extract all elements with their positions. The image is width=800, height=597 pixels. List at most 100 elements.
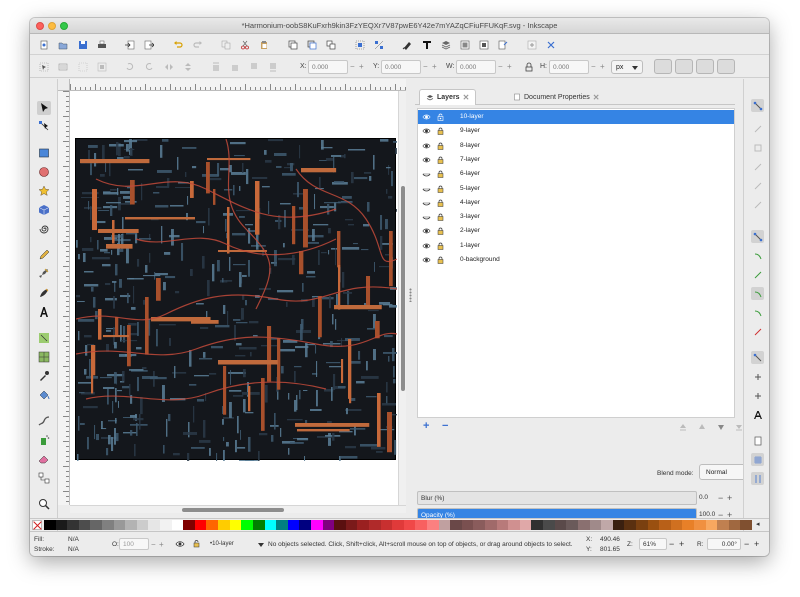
color-swatch[interactable] <box>206 520 219 530</box>
current-layer-select[interactable]: •10-layer <box>208 538 268 551</box>
color-swatch[interactable] <box>461 520 474 530</box>
paint-bucket-tool-icon[interactable] <box>37 388 51 402</box>
zoom-out-button[interactable]: − <box>669 539 674 549</box>
color-swatch[interactable] <box>90 520 103 530</box>
lower-layer-bottom-icon[interactable] <box>735 423 743 431</box>
rotate-ccw-icon[interactable] <box>124 61 136 73</box>
h-input[interactable]: 0.000 <box>549 60 589 74</box>
color-swatch[interactable] <box>334 520 347 530</box>
color-swatch[interactable] <box>612 520 625 530</box>
selector-tool-icon[interactable] <box>37 101 51 115</box>
eye-closed-icon[interactable] <box>422 185 431 193</box>
raise-icon[interactable] <box>229 61 241 73</box>
deselect-icon[interactable] <box>77 61 89 73</box>
color-swatch[interactable] <box>589 520 602 530</box>
rotate-ccw-button[interactable]: − <box>744 539 749 549</box>
color-swatch[interactable] <box>55 520 68 530</box>
print-icon[interactable] <box>96 39 108 51</box>
color-swatch[interactable] <box>705 520 718 530</box>
open-file-icon[interactable] <box>57 39 69 51</box>
zoom-tool-icon[interactable] <box>37 497 51 511</box>
eye-open-icon[interactable] <box>422 256 431 264</box>
snap-bbox-icon[interactable] <box>751 122 764 135</box>
dropper-tool-icon[interactable] <box>37 369 51 383</box>
layer-row[interactable]: 5-layer <box>418 182 734 196</box>
fill-stroke-icon[interactable] <box>401 39 413 51</box>
flip-horizontal-icon[interactable] <box>163 61 175 73</box>
snap-paths-icon[interactable] <box>751 249 764 262</box>
opacity-short-increment[interactable]: + <box>159 540 164 549</box>
lock-open-icon[interactable] <box>437 113 444 121</box>
snap-rotation-centers-icon[interactable] <box>751 389 764 402</box>
color-swatch[interactable] <box>310 520 323 530</box>
node-tool-icon[interactable] <box>37 119 51 133</box>
snap-path-intersections-icon[interactable] <box>751 268 764 281</box>
color-swatch[interactable] <box>299 520 312 530</box>
pen-tool-icon[interactable] <box>37 267 51 281</box>
transform-gradients-button[interactable] <box>696 59 714 74</box>
lower-layer-icon[interactable] <box>717 423 725 431</box>
splitter-handle-icon[interactable] <box>409 288 412 302</box>
unit-select[interactable]: px <box>611 60 643 74</box>
horizontal-scrollbar[interactable] <box>70 505 406 513</box>
copy-icon[interactable] <box>220 39 232 51</box>
blur-slider[interactable]: Blur (%) <box>417 491 697 505</box>
lock-closed-icon[interactable] <box>437 170 444 178</box>
unlink-clone-icon[interactable] <box>325 39 337 51</box>
color-swatch[interactable] <box>148 520 161 530</box>
eye-closed-icon[interactable] <box>422 199 431 207</box>
flip-vertical-icon[interactable] <box>182 61 194 73</box>
color-swatch[interactable] <box>659 520 672 530</box>
palette-menu-icon[interactable]: ◂ <box>756 520 760 528</box>
fill-indicator[interactable]: N/A <box>68 536 79 543</box>
invert-selection-icon[interactable] <box>96 61 108 73</box>
calligraphy-tool-icon[interactable] <box>37 286 51 300</box>
color-swatch[interactable] <box>392 520 405 530</box>
color-swatch[interactable] <box>264 520 277 530</box>
duplicate-icon[interactable] <box>287 39 299 51</box>
layer-row[interactable]: 7-layer <box>418 153 734 167</box>
lock-closed-icon[interactable] <box>437 242 444 250</box>
tweak-tool-icon[interactable] <box>37 414 51 428</box>
layer-row[interactable]: 9-layer <box>418 124 734 138</box>
opacity-value[interactable]: 100.0 <box>699 511 715 518</box>
undo-icon[interactable] <box>172 39 184 51</box>
color-swatch[interactable] <box>125 520 138 530</box>
rotate-cw-button[interactable]: + <box>754 539 759 549</box>
zoom-input[interactable]: 61% <box>639 538 667 550</box>
color-swatch[interactable] <box>78 520 91 530</box>
y-input[interactable]: 0.000 <box>381 60 421 74</box>
blur-decrement-button[interactable]: − <box>718 493 723 503</box>
select-all-layers-icon[interactable] <box>57 61 69 73</box>
star-tool-icon[interactable] <box>37 184 51 198</box>
color-swatch[interactable] <box>322 520 335 530</box>
lock-closed-icon[interactable] <box>437 256 444 264</box>
eye-closed-icon[interactable] <box>422 170 431 178</box>
color-swatch[interactable] <box>403 520 416 530</box>
snap-grids-icon[interactable] <box>751 453 764 466</box>
text-font-icon[interactable] <box>421 39 433 51</box>
lower-to-bottom-icon[interactable] <box>267 61 279 73</box>
layer-row[interactable]: 6-layer <box>418 167 734 181</box>
snap-text-baseline-icon[interactable] <box>751 408 764 421</box>
color-swatch[interactable] <box>670 520 683 530</box>
export-icon[interactable] <box>143 39 155 51</box>
lock-closed-icon[interactable] <box>437 213 444 221</box>
color-swatch[interactable] <box>160 520 172 530</box>
color-swatch[interactable] <box>438 520 451 530</box>
document-properties-icon[interactable] <box>497 39 509 51</box>
x-input[interactable]: 0.000 <box>308 60 348 74</box>
rectangle-tool-icon[interactable] <box>37 146 51 160</box>
paste-icon[interactable] <box>258 39 270 51</box>
rotation-input[interactable]: 0.00° <box>707 538 741 550</box>
color-swatch[interactable] <box>577 520 590 530</box>
spiral-tool-icon[interactable] <box>37 222 51 236</box>
cut-icon[interactable] <box>239 39 251 51</box>
layer-row[interactable]: 4-layer <box>418 196 734 210</box>
horizontal-ruler[interactable] <box>70 79 406 91</box>
color-swatch[interactable] <box>717 520 730 530</box>
add-layer-button[interactable]: + <box>423 421 429 432</box>
h-decrement-button[interactable]: − <box>591 62 596 71</box>
canvas[interactable] <box>70 91 398 505</box>
lock-proportions-icon[interactable] <box>523 61 535 73</box>
